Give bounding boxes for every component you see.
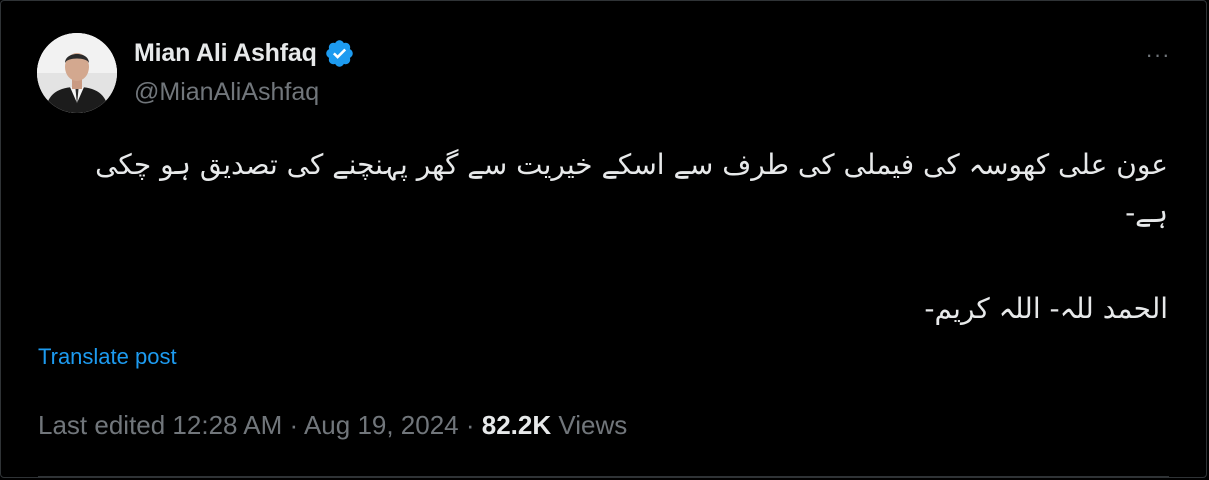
more-options-icon[interactable]: ···	[1138, 35, 1178, 75]
translate-post-link[interactable]: Translate post	[38, 344, 177, 370]
views-count[interactable]: 82.2K	[482, 410, 551, 440]
author-name-row: Mian Ali Ashfaq	[134, 37, 355, 69]
views-label: Views	[551, 410, 628, 440]
tweet-text-line: عون علی کھوسہ کی فیملی کی طرف سے اسکے خی…	[95, 148, 1168, 229]
edited-timestamp[interactable]: Last edited 12:28 AM · Aug 19, 2024 ·	[38, 410, 482, 440]
avatar[interactable]	[37, 33, 117, 113]
divider	[38, 476, 1169, 477]
author-handle[interactable]: @MianAliAshfaq	[134, 78, 319, 107]
avatar-image	[37, 33, 117, 113]
tweet-meta: Last edited 12:28 AM · Aug 19, 2024 · 82…	[38, 410, 627, 441]
verified-badge-icon	[324, 38, 355, 69]
author-display-name[interactable]: Mian Ali Ashfaq	[134, 39, 317, 68]
tweet-card: Mian Ali Ashfaq @MianAliAshfaq ··· عون ع…	[0, 0, 1207, 478]
tweet-text: عون علی کھوسہ کی فیملی کی طرف سے اسکے خی…	[48, 141, 1168, 333]
tweet-text-line: الحمد للہ- اللہ کریم-	[924, 292, 1168, 325]
